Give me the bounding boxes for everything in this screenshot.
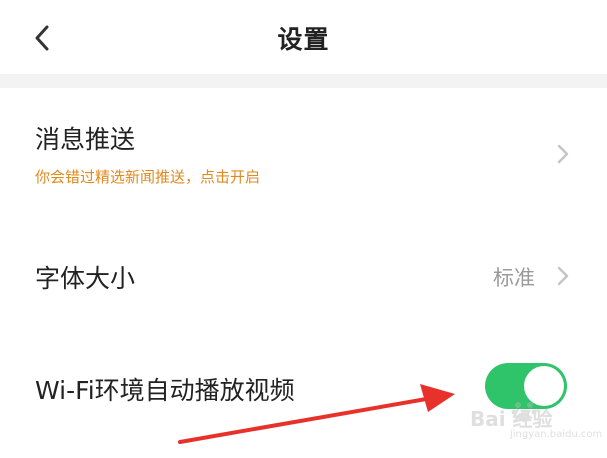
chevron-right-icon	[557, 266, 569, 286]
setting-hint-push: 你会错过精选新闻推送，点击开启	[35, 168, 261, 186]
section-divider	[0, 74, 607, 88]
wifi-autoplay-toggle[interactable]	[485, 363, 567, 409]
setting-label-wifi-autoplay: Wi-Fi环境自动播放视频	[35, 376, 295, 405]
setting-row-push[interactable]: 消息推送 你会错过精选新闻推送，点击开启	[0, 88, 607, 210]
header-bar: 设置	[0, 0, 607, 74]
chevron-right-icon	[557, 144, 569, 164]
toggle-knob	[524, 366, 564, 406]
setting-value-font-size: 标准	[493, 266, 535, 290]
setting-label-font-size: 字体大小	[35, 264, 136, 293]
setting-label-push: 消息推送	[35, 125, 136, 154]
setting-row-wifi-autoplay: Wi-Fi环境自动播放视频	[0, 338, 607, 458]
page-title: 设置	[277, 25, 330, 54]
settings-page: 设置 消息推送 你会错过精选新闻推送，点击开启 字体大小 标准 Wi-Fi环境自…	[0, 0, 607, 458]
setting-row-font-size[interactable]: 字体大小 标准	[0, 210, 607, 338]
